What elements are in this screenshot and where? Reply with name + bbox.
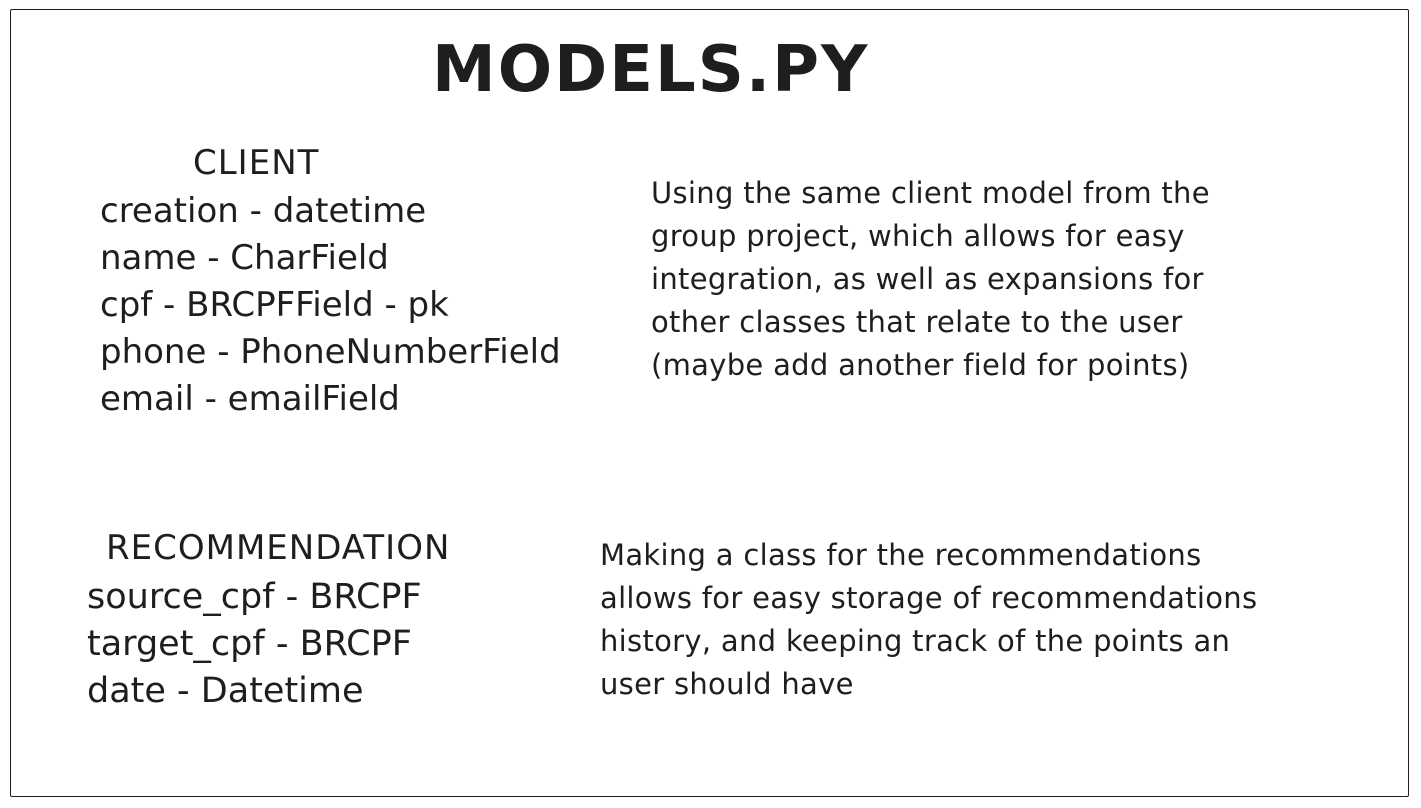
- client-field: email - emailField: [100, 379, 400, 419]
- client-field: cpf - BRCPFField - pk: [100, 285, 449, 325]
- recommendation-note: Making a class for the recommendations a…: [600, 534, 1257, 706]
- client-model-title: CLIENT: [193, 143, 320, 183]
- client-field: phone - PhoneNumberField: [100, 332, 561, 372]
- client-field-list: creation - datetime name - CharField cpf…: [100, 188, 561, 423]
- page-title: MODELS.PY: [432, 33, 870, 107]
- recommendation-note-line: user should have: [600, 667, 854, 701]
- recommendation-field: date - Datetime: [87, 671, 364, 711]
- client-note-line: integration, as well as expansions for: [651, 262, 1204, 296]
- client-note-line: (maybe add another field for points): [651, 348, 1190, 382]
- client-field: name - CharField: [100, 238, 389, 278]
- client-field: creation - datetime: [100, 191, 427, 231]
- client-note-line: Using the same client model from the: [651, 176, 1210, 210]
- recommendation-note-line: allows for easy storage of recommendatio…: [600, 581, 1258, 615]
- recommendation-field: source_cpf - BRCPF: [87, 577, 422, 617]
- client-note-line: other classes that relate to the user: [651, 305, 1183, 339]
- client-note-line: group project, which allows for easy: [651, 219, 1185, 253]
- client-note: Using the same client model from the gro…: [651, 172, 1210, 387]
- recommendation-field: target_cpf - BRCPF: [87, 624, 412, 664]
- recommendation-note-line: history, and keeping track of the points…: [600, 624, 1231, 658]
- recommendation-model-title: RECOMMENDATION: [106, 528, 451, 568]
- recommendation-note-line: Making a class for the recommendations: [600, 538, 1202, 572]
- recommendation-field-list: source_cpf - BRCPF target_cpf - BRCPF da…: [87, 574, 422, 715]
